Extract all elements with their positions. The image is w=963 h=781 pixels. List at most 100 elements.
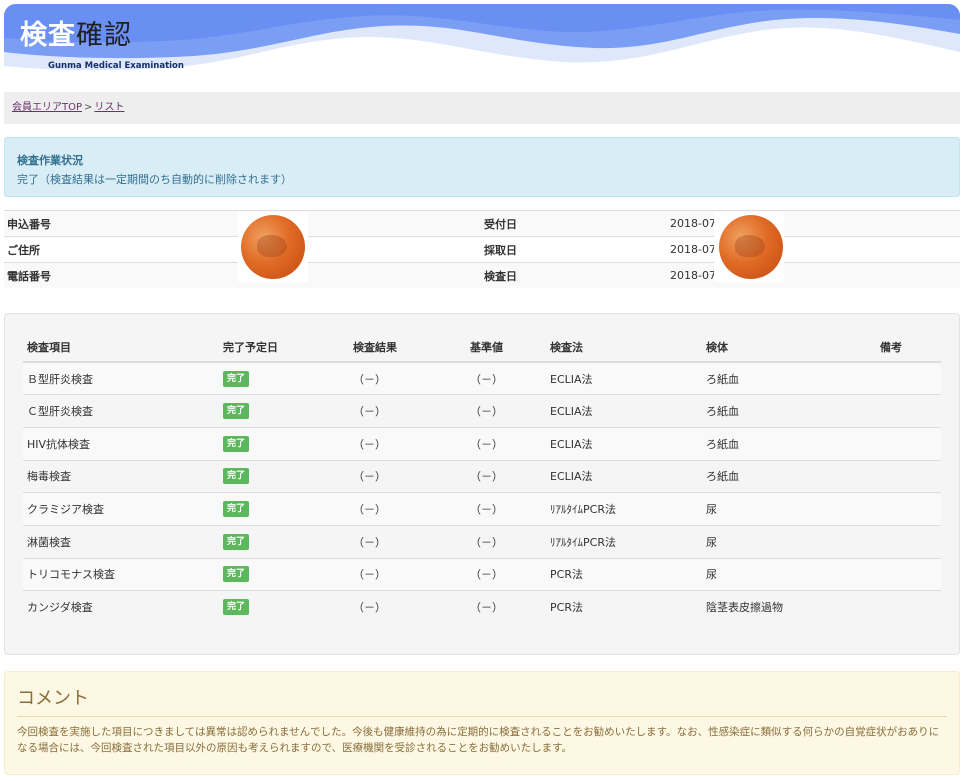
method-value-cell: ECLIA法 [546,394,702,428]
result-item: カンジダ検査 [27,601,93,615]
table-row: カンジダ検査 完了 （－） （－） PCR法 陰茎表皮擦過物 [23,590,941,624]
specimen-value-cell: 尿 [702,524,876,559]
status-badge-cell: 完了 [219,557,349,591]
result-item: Ｂ型肝炎検査 [27,372,93,386]
specimen-value: ろ紙血 [706,372,739,386]
result-value-cell: （－） [349,426,466,461]
result-item: Ｃ型肝炎検査 [27,405,93,419]
result-item-cell: クラミジア検査 [23,492,219,526]
method-value-cell: ﾘｱﾙﾀｲﾑPCR法 [546,492,702,526]
status-badge: 完了 [223,501,250,518]
status-badge-cell: 完了 [219,459,349,493]
result-item: トリコモナス検査 [27,568,115,582]
standard-value: （－） [470,568,503,582]
standard-value-cell: （－） [466,524,546,559]
info-row: ご住所 採取日 2018-07- [4,236,960,262]
comment-body: 今回検査を実施した項目につきましては異常は認められませんでした。今後も健康維持の… [17,726,940,754]
results-table: 検査項目 完了予定日 検査結果 基準値 検査法 検体 備考 Ｂ型肝炎検査 完了 （－… [23,332,941,624]
col-header-note: 備考 [876,332,941,363]
redaction-blob-icon [241,215,305,279]
specimen-value-cell: ろ紙血 [702,426,876,461]
standard-value: （－） [470,503,503,517]
result-item-cell: カンジダ検査 [23,590,219,624]
info-row: 電話番号 検査日 2018-07- [4,262,960,288]
col-header-method: 検査法 [546,332,702,363]
note-value-cell [876,492,941,526]
status-badge: 完了 [223,435,250,452]
result-value-cell: （－） [349,492,466,526]
result-value: （－） [353,437,386,451]
info-label: 受付日 [484,217,517,231]
method-value: ECLIA法 [550,470,593,484]
result-value: （－） [353,568,386,582]
table-row: クラミジア検査 完了 （－） （－） ﾘｱﾙﾀｲﾑPCR法 尿 [23,492,941,526]
site-logo[interactable]: 検査確認 [20,20,132,52]
specimen-value: 尿 [706,535,717,549]
specimen-value: 尿 [706,503,717,517]
result-item-cell: Ｃ型肝炎検査 [23,394,219,428]
table-row: HIV抗体検査 完了 （－） （－） ECLIA法 ろ紙血 [23,426,941,461]
standard-value-cell: （－） [466,426,546,461]
logo-title-part1: 検査 [20,20,76,51]
comment-panel: コメント 今回検査を実施した項目につきましては異常は認められませんでした。今後も… [4,671,960,775]
specimen-value-cell: ろ紙血 [702,361,876,395]
specimen-value-cell: ろ紙血 [702,459,876,493]
table-row: 淋菌検査 完了 （－） （－） ﾘｱﾙﾀｲﾑPCR法 尿 [23,524,941,559]
status-badge-cell: 完了 [219,590,349,624]
standard-value-cell: （－） [466,590,546,624]
result-item-cell: HIV抗体検査 [23,426,219,461]
status-badge-cell: 完了 [219,426,349,461]
results-panel: 検査項目 完了予定日 検査結果 基準値 検査法 検体 備考 Ｂ型肝炎検査 完了 （－… [4,313,960,655]
specimen-value: 尿 [706,568,717,582]
result-value: （－） [353,535,386,549]
result-value-cell: （－） [349,459,466,493]
result-value: （－） [353,601,386,615]
specimen-value-cell: 尿 [702,492,876,526]
standard-value-cell: （－） [466,394,546,428]
status-badge: 完了 [223,403,250,420]
specimen-value: ろ紙血 [706,405,739,419]
col-header-result: 検査結果 [349,332,466,363]
breadcrumb-current-link[interactable]: リスト [94,102,124,113]
info-label: 申込番号 [7,217,51,231]
note-value-cell [876,459,941,493]
note-value-cell [876,524,941,559]
info-row: 申込番号 受付日 2018-07- [4,210,960,236]
table-row: Ｃ型肝炎検査 完了 （－） （－） ECLIA法 ろ紙血 [23,394,941,428]
result-value-cell: （－） [349,524,466,559]
status-badge: 完了 [223,533,250,550]
result-item: 淋菌検査 [27,535,71,549]
info-label: 検査日 [484,269,517,283]
col-header-specimen: 検体 [702,332,876,363]
status-badge: 完了 [223,370,250,387]
status-badge: 完了 [223,566,250,583]
method-value: ﾘｱﾙﾀｲﾑPCR法 [550,535,616,549]
standard-value-cell: （－） [466,361,546,395]
col-header-due-date: 完了予定日 [219,332,349,363]
standard-value: （－） [470,601,503,615]
result-item-cell: トリコモナス検査 [23,557,219,591]
specimen-value-cell: ろ紙血 [702,394,876,428]
note-value-cell [876,394,941,428]
status-badge-cell: 完了 [219,492,349,526]
method-value: PCR法 [550,568,583,582]
specimen-value: ろ紙血 [706,437,739,451]
standard-value: （－） [470,470,503,484]
note-value-cell [876,590,941,624]
specimen-value: ろ紙血 [706,470,739,484]
status-alert: 検査作業状況 完了（検査結果は一定期間のち自動的に削除されます） [4,137,960,197]
breadcrumb-home-link[interactable]: 会員エリアTOP [12,102,82,113]
result-value: （－） [353,470,386,484]
status-title: 検査作業状況 [17,154,83,167]
breadcrumb-separator: > [84,102,93,113]
table-row: トリコモナス検査 完了 （－） （－） PCR法 尿 [23,557,941,591]
method-value: PCR法 [550,601,583,615]
method-value: ECLIA法 [550,405,593,419]
note-value-cell [876,426,941,461]
method-value-cell: ECLIA法 [546,361,702,395]
result-value-cell: （－） [349,361,466,395]
note-value-cell [876,557,941,591]
standard-value-cell: （－） [466,557,546,591]
result-value-cell: （－） [349,394,466,428]
method-value: ECLIA法 [550,437,593,451]
